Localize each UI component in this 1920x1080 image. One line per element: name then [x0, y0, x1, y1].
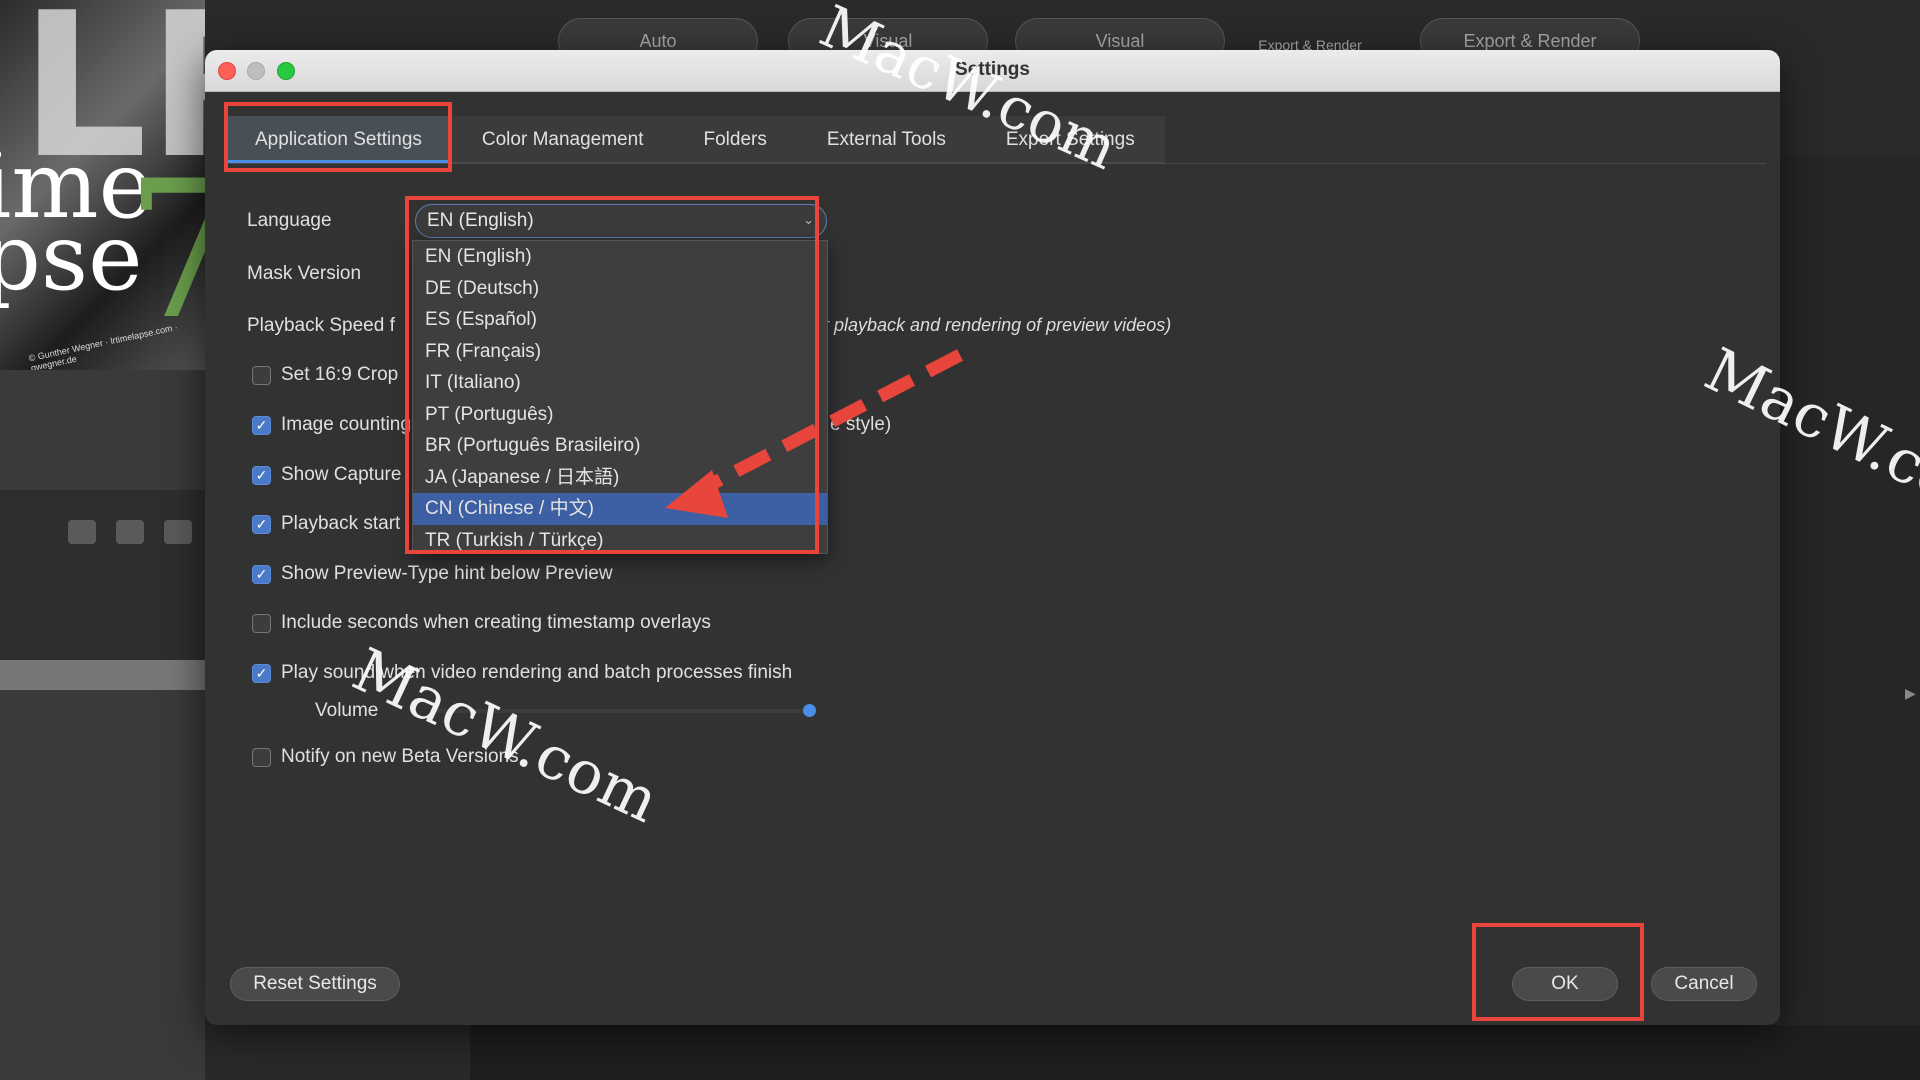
background-left-bar — [0, 660, 205, 690]
language-option-cn[interactable]: CN (Chinese / 中文) — [413, 493, 827, 525]
tab-expert-settings[interactable]: Expert Settings — [976, 116, 1165, 163]
background-bottom-area — [470, 1025, 1920, 1080]
background-left-strip — [0, 490, 205, 660]
tab-application-settings[interactable]: Application Settings — [225, 116, 452, 163]
language-option-en[interactable]: EN (English) — [413, 241, 827, 273]
volume-slider-track[interactable] — [430, 709, 815, 713]
image-counting-note: e style) — [830, 414, 892, 435]
playback-speed-label: Playback Speed f — [247, 315, 395, 336]
beta-notify-checkbox-row[interactable]: Notify on new Beta Versions — [252, 746, 519, 768]
volume-label: Volume — [315, 700, 379, 721]
language-option-br[interactable]: BR (Português Brasileiro) — [413, 430, 827, 462]
beta-notify-checkbox[interactable] — [252, 747, 271, 767]
play-sound-label: Play sound when video rendering and batc… — [281, 662, 793, 683]
reset-settings-button[interactable]: Reset Settings — [230, 967, 400, 1001]
cancel-button[interactable]: Cancel — [1651, 967, 1757, 1001]
ok-button[interactable]: OK — [1512, 967, 1618, 1001]
chevron-down-icon: ⌄ — [803, 212, 814, 227]
export-icon[interactable] — [164, 520, 192, 544]
show-capture-checkbox-row[interactable]: ✓ Show Capture — [252, 464, 401, 486]
camera-icon[interactable] — [116, 520, 144, 544]
language-select-value: EN (English) — [427, 210, 534, 231]
play-sound-checkbox[interactable]: ✓ — [252, 663, 271, 683]
language-option-pt[interactable]: PT (Português) — [413, 399, 827, 431]
language-option-de[interactable]: DE (Deutsch) — [413, 273, 827, 305]
settings-dialog: Settings Application Settings Color Mana… — [205, 50, 1780, 1025]
tab-color-management[interactable]: Color Management — [452, 116, 674, 163]
timestamp-seconds-checkbox[interactable] — [252, 613, 271, 633]
tab-divider — [225, 163, 1766, 164]
background-right-panel — [1780, 155, 1920, 1080]
playback-start-label: Playback start — [281, 513, 401, 534]
crop-16-9-checkbox[interactable] — [252, 365, 271, 385]
crop-16-9-checkbox-row[interactable]: Set 16:9 Crop — [252, 364, 398, 386]
show-capture-checkbox[interactable]: ✓ — [252, 465, 271, 485]
language-option-tr[interactable]: TR (Turkish / Türkçe) — [413, 525, 827, 557]
playback-start-checkbox-row[interactable]: ✓ Playback start — [252, 513, 400, 535]
preview-type-hint-checkbox[interactable]: ✓ — [252, 564, 271, 584]
tab-folders[interactable]: Folders — [673, 116, 796, 163]
volume-slider-knob[interactable] — [803, 704, 816, 717]
language-option-es[interactable]: ES (Español) — [413, 304, 827, 336]
play-sound-checkbox-row[interactable]: ✓ Play sound when video rendering and ba… — [252, 662, 792, 684]
show-capture-label: Show Capture — [281, 464, 402, 485]
dialog-title: Settings — [955, 59, 1030, 80]
tab-external-tools[interactable]: External Tools — [797, 116, 976, 163]
timestamp-seconds-label: Include seconds when creating timestamp … — [281, 612, 711, 633]
preview-type-hint-checkbox-row[interactable]: ✓ Show Preview-Type hint below Preview — [252, 563, 613, 585]
timestamp-seconds-checkbox-row[interactable]: Include seconds when creating timestamp … — [252, 612, 711, 634]
image-counting-checkbox[interactable]: ✓ — [252, 415, 271, 435]
preview-type-hint-label: Show Preview-Type hint below Preview — [281, 563, 613, 584]
background-toolbar: Auto Visual Visual Export & Render Expor… — [205, 0, 1920, 64]
dialog-titlebar: Settings — [205, 50, 1780, 92]
mask-version-label: Mask Version — [247, 263, 362, 284]
image-counting-label: Image counting — [281, 414, 411, 435]
beta-notify-label: Notify on new Beta Versions — [281, 746, 519, 767]
language-option-it[interactable]: IT (Italiano) — [413, 367, 827, 399]
playback-speed-note: ct playback and rendering of preview vid… — [815, 315, 1172, 335]
language-label: Language — [247, 210, 332, 231]
image-counting-checkbox-row[interactable]: ✓ Image counting — [252, 414, 411, 436]
language-option-fr[interactable]: FR (Français) — [413, 336, 827, 368]
language-option-ja[interactable]: JA (Japanese / 日本語) — [413, 462, 827, 494]
app-logo: LR ime pse 7 © Gunther Wegner · lrtimela… — [0, 0, 205, 370]
settings-tabs: Application Settings Color Management Fo… — [225, 116, 1165, 163]
language-dropdown-list: EN (English) DE (Deutsch) ES (Español) F… — [412, 240, 828, 554]
right-chevron-icon[interactable]: ▶ — [1905, 685, 1916, 702]
crop-16-9-label: Set 16:9 Crop — [281, 364, 399, 385]
language-select[interactable]: EN (English) ⌄ — [415, 204, 827, 238]
playback-start-checkbox[interactable]: ✓ — [252, 514, 271, 534]
volume-slider-fill — [430, 709, 815, 713]
background-icon-row — [68, 520, 192, 544]
import-icon[interactable] — [68, 520, 96, 544]
